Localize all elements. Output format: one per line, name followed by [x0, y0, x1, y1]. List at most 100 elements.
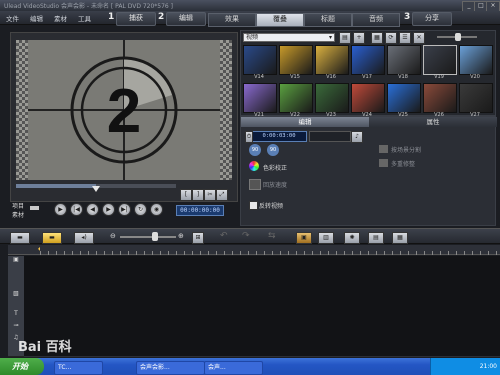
enlarge-preview-button[interactable]: ⤢ — [216, 189, 228, 201]
redo-icon[interactable]: ↷ — [242, 231, 250, 241]
start-button[interactable]: 开始 — [0, 358, 44, 375]
tab-overlay[interactable]: 覆叠 — [256, 13, 304, 27]
split-clip-button[interactable]: ✂ — [204, 189, 216, 201]
system-tray: 21:00 — [430, 358, 500, 375]
video-track-icon: ▣ — [13, 256, 19, 263]
undo-icon[interactable]: ↶ — [220, 231, 228, 241]
taskbar-item-2[interactable]: 会声会影... — [136, 361, 205, 375]
prev-frame-button[interactable]: ◀ — [86, 203, 99, 216]
menu-file[interactable]: 文件 — [6, 13, 19, 23]
repeat-button[interactable]: ↻ — [134, 203, 147, 216]
rotate-left-button[interactable]: 90 — [249, 144, 261, 156]
audio-mixer-icon[interactable]: ▥ — [318, 232, 334, 244]
timeline-zoom-handle[interactable] — [152, 232, 158, 241]
library-thumb-label: V17 — [362, 74, 372, 80]
speed-label[interactable]: 回放速度 — [263, 180, 287, 189]
tab-effects[interactable]: 效果 — [208, 13, 256, 27]
taskbar-item-3[interactable]: 会声... — [204, 361, 263, 375]
taskbar-item-1[interactable]: TC... — [54, 361, 103, 375]
storyboard-view-button[interactable]: ▬ — [10, 232, 30, 244]
library-thumb[interactable] — [279, 45, 313, 75]
tab-attribute[interactable]: 属性 — [369, 117, 497, 127]
clip-label: 素材 — [12, 212, 25, 219]
zoom-in-icon[interactable]: ⊕ — [178, 232, 184, 240]
step-share[interactable]: 分享 — [412, 12, 452, 26]
record-capture-icon[interactable]: ▣ — [296, 232, 312, 244]
timeline-zoom-slider[interactable] — [120, 236, 176, 238]
color-correction-icon[interactable] — [249, 161, 259, 171]
chapter-point-icon[interactable]: ▦ — [392, 232, 408, 244]
library-thumb-label: V15 — [290, 74, 300, 80]
preview-window: 2 — [16, 40, 232, 180]
options-panel: 编辑 属性 0:00:03:00 ⏱ ♪ 90 90 色彩校正 回放速度 反转视… — [240, 116, 497, 226]
library-thumb[interactable] — [351, 83, 385, 113]
volume-field[interactable] — [309, 131, 351, 142]
mark-in-button[interactable]: [ — [180, 189, 192, 201]
library-thumb[interactable] — [351, 45, 385, 75]
home-button[interactable]: |◀ — [70, 203, 83, 216]
track-manager-icon[interactable]: ▤ — [368, 232, 384, 244]
menu-tools[interactable]: 工具 — [78, 13, 91, 23]
window-title: Ulead VideoStudio 会声会影 - 未命名 [ PAL DVD 7… — [4, 3, 173, 10]
music-track[interactable] — [24, 334, 500, 357]
video-track[interactable] — [24, 256, 500, 291]
fit-project-icon[interactable]: ⊞ — [192, 232, 204, 244]
timeline-ruler[interactable] — [40, 245, 500, 255]
library-thumb-label: V16 — [326, 74, 336, 80]
library-thumb[interactable] — [423, 45, 457, 75]
library-thumbnails: V14 V15 V16 V17 V18 V19 V20 V21 V22 V23 V24 V25 V26 V… — [241, 43, 497, 118]
reverse-video-checkbox[interactable] — [249, 201, 258, 210]
zoom-slider-handle[interactable] — [455, 33, 461, 41]
play-button[interactable]: ▶ — [54, 203, 67, 216]
step-3-number: 3 — [404, 12, 411, 22]
rotate-right-label: 90 — [269, 147, 277, 153]
audio-view-button[interactable]: ◂) — [74, 232, 94, 244]
library-thumb[interactable] — [279, 83, 313, 113]
timecode-display[interactable]: 00:00:00:00 — [176, 205, 224, 216]
mark-out-button[interactable]: ] — [192, 189, 204, 201]
tab-audio[interactable]: 音频 — [352, 13, 400, 27]
split-scenes-label[interactable]: 按场景分割 — [391, 145, 421, 154]
overlay-track[interactable] — [24, 290, 500, 311]
end-button[interactable]: ▶| — [118, 203, 131, 216]
library-thumb[interactable] — [243, 83, 277, 113]
tab-title[interactable]: 标题 — [304, 13, 352, 27]
reverse-video-label[interactable]: 反转视频 — [259, 201, 283, 210]
overlay-track-header[interactable]: ▧ — [8, 290, 25, 311]
volume-button[interactable]: ◉ — [150, 203, 163, 216]
rotate-right-button[interactable]: 90 — [267, 144, 279, 156]
duration-field[interactable]: 0:00:03:00 — [251, 131, 307, 142]
jog-handle[interactable] — [92, 186, 100, 192]
menu-clip[interactable]: 素材 — [54, 13, 67, 23]
project-label: 项目 — [12, 203, 25, 210]
library-thumb[interactable] — [243, 45, 277, 75]
timeline-toolbar: ▬ ▬ ◂) ⊖ ⊕ ⊞ ↶ ↷ ⇆ ▣ ▥ ✺ ▤ ▦ — [0, 228, 500, 244]
library-thumb[interactable] — [315, 83, 349, 113]
mode-toggle[interactable] — [30, 206, 39, 210]
library-thumb-label: V20 — [470, 74, 480, 80]
chevron-down-icon: ▾ — [328, 34, 332, 41]
library-panel: 视频 ▾ ▤ + ▦ ⟳ ☰ ✕ V14 V15 V16 V17 V18 V19 V20 V2… — [240, 30, 497, 118]
color-correction-label[interactable]: 色彩校正 — [263, 163, 287, 172]
video-track-header[interactable]: ▣ — [8, 256, 25, 291]
timeline-view-button[interactable]: ▬ — [42, 232, 62, 244]
library-thumb[interactable] — [387, 45, 421, 75]
enable-ripple-icon[interactable]: ⇆ — [268, 231, 276, 241]
library-thumb[interactable] — [423, 83, 457, 113]
step-edit[interactable]: 编辑 — [166, 12, 206, 26]
step-capture[interactable]: 捕获 — [116, 12, 156, 26]
multi-trim-label[interactable]: 多重修整 — [391, 159, 415, 168]
tab-edit[interactable]: 编辑 — [241, 117, 369, 127]
menu-edit[interactable]: 编辑 — [30, 13, 43, 23]
library-thumb[interactable] — [387, 83, 421, 113]
step-1-number: 1 — [108, 12, 115, 22]
next-frame-button[interactable]: ▶ — [102, 203, 115, 216]
scrub-progress — [16, 184, 96, 188]
mute-icon[interactable]: ♪ — [351, 131, 363, 143]
library-thumb[interactable] — [315, 45, 349, 75]
library-folder-dropdown[interactable]: 视频 ▾ — [243, 33, 335, 42]
auto-music-icon[interactable]: ✺ — [344, 232, 360, 244]
library-thumb[interactable] — [459, 45, 493, 75]
library-thumb[interactable] — [459, 83, 493, 113]
zoom-out-icon[interactable]: ⊖ — [110, 232, 116, 240]
